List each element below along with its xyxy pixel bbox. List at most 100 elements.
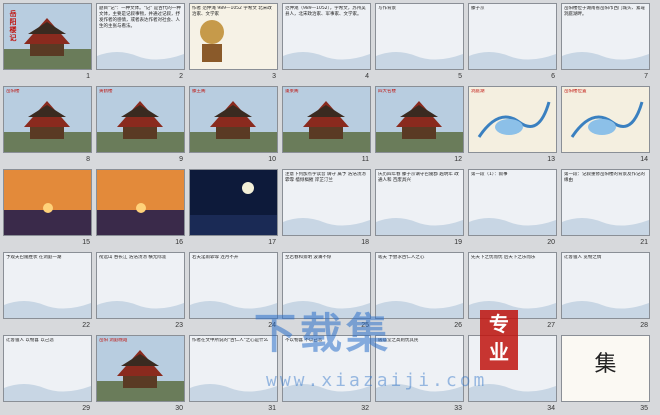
slide-preview: 蓬莱阁 (282, 86, 371, 153)
slide-sorter-grid: 岳阳楼记 1 题目"记"：一种文体。"记" 是古代的一种文体，主要是记叙事物，并通过… (3, 3, 650, 412)
slide-preview: 岳阳楼位置 (561, 86, 650, 153)
slide-number: 25 (361, 322, 369, 329)
slide-thumbnail[interactable]: 岳阳楼 8 (3, 86, 92, 163)
slide-artwork (469, 253, 556, 318)
slide-number: 29 (82, 405, 90, 412)
slide-artwork (562, 253, 649, 318)
slide-preview: 注意下列加点字读音 谪守 属予 浩浩汤汤 霏霏 樯倾楫摧 岸芷汀兰 (282, 169, 371, 236)
slide-preview: 嗟夫 予尝求古仁人之心 (375, 252, 464, 319)
slide-number: 3 (272, 73, 276, 80)
slide-number: 16 (175, 239, 183, 246)
slide-number: 9 (179, 156, 183, 163)
slide-artwork (190, 87, 277, 152)
slide-preview: 予观夫巴陵胜状 在洞庭一湖 (3, 252, 92, 319)
slide-text: 岳阳楼位于湖南省岳阳市西门城头、紧靠洞庭湖畔。 (564, 6, 645, 17)
slide-number: 23 (175, 322, 183, 329)
slide-number: 24 (268, 322, 276, 329)
slide-thumbnail[interactable]: 岳阳 洞庭晚霞 30 (96, 335, 185, 412)
slide-artwork (190, 170, 277, 235)
slide-number: 13 (547, 156, 555, 163)
slide-thumbnail[interactable]: 居庙堂之高则忧其民 33 (375, 335, 464, 412)
slide-thumbnail[interactable]: 岳阳楼位于湖南省岳阳市西门城头、紧靠洞庭湖畔。 7 (561, 3, 650, 80)
slide-thumbnail[interactable]: 范仲淹（989—1052），字希文，苏州吴县人，北宋政治家、军事家、文学家。 4 (282, 3, 371, 80)
slide-artwork (97, 336, 184, 401)
slide-thumbnail[interactable]: 滕子京 6 (468, 3, 557, 80)
slide-preview: 写作背景 (375, 3, 464, 70)
slide-thumbnail[interactable]: 嗟夫 予尝求古仁人之心 26 (375, 252, 464, 329)
slide-thumbnail[interactable]: 题目"记"：一种文体。"记" 是古代的一种文体，主要是记叙事物，并通过记叙，抒发… (96, 3, 185, 80)
slide-thumbnail[interactable]: 予观夫巴陵胜状 在洞庭一湖 22 (3, 252, 92, 329)
slide-artwork (376, 4, 463, 69)
slide-artwork (97, 87, 184, 152)
slide-preview (189, 169, 278, 236)
slide-text: 四大名楼 (378, 89, 396, 94)
slide-number: 33 (454, 405, 462, 412)
slide-text: 洞庭湖 (471, 89, 485, 94)
slide-thumbnail[interactable]: 衔远山 吞长江 浩浩汤汤 横无际涯 23 (96, 252, 185, 329)
slide-thumbnail[interactable]: 集 35 (561, 335, 650, 412)
slide-text: 予观夫巴陵胜状 在洞庭一湖 (6, 255, 62, 260)
slide-number: 19 (454, 239, 462, 246)
slide-text: 作者 范仲淹 989—1052 字希文 北宋政治家、文学家 (192, 6, 272, 17)
slide-preview: 岳阳楼位于湖南省岳阳市西门城头、紧靠洞庭湖畔。 (561, 3, 650, 70)
slide-preview: 四大名楼 (375, 86, 464, 153)
slide-artwork (97, 170, 184, 235)
slide-thumbnail[interactable]: 岳阳楼位置 14 (561, 86, 650, 163)
slide-number: 35 (640, 405, 648, 412)
slide-number: 12 (454, 156, 462, 163)
slide-thumbnail[interactable]: 写作背景 5 (375, 3, 464, 80)
slide-thumbnail[interactable]: 第一段（1）：叙事 20 (468, 169, 557, 246)
slide-artwork (376, 253, 463, 318)
slide-thumbnail[interactable]: 先天下之忧而忧 后天下之乐而乐 27 (468, 252, 557, 329)
slide-thumbnail[interactable]: 若夫淫雨霏霏 连月不开 24 (189, 252, 278, 329)
slide-thumbnail[interactable]: 16 (96, 169, 185, 246)
slide-text: 集 (594, 352, 617, 377)
slide-thumbnail[interactable]: 15 (3, 169, 92, 246)
slide-preview: 第一段（1）：叙事 (468, 169, 557, 236)
slide-thumbnail[interactable]: 至若春和景明 波澜不惊 25 (282, 252, 371, 329)
slide-thumbnail[interactable]: 四大名楼 12 (375, 86, 464, 163)
slide-preview: 至若春和景明 波澜不惊 (282, 252, 371, 319)
slide-number: 8 (86, 156, 90, 163)
slide-thumbnail[interactable]: 不以物喜 不以己悲 32 (282, 335, 371, 412)
slide-preview: 迁客骚人 以物喜 以己悲 (3, 335, 92, 402)
slide-artwork (97, 253, 184, 318)
slide-artwork (283, 87, 370, 152)
slide-thumbnail[interactable]: 迁客骚人 览物之情 28 (561, 252, 650, 329)
slide-preview: 洞庭湖 (468, 86, 557, 153)
slide-preview: 迁客骚人 览物之情 (561, 252, 650, 319)
slide-number: 26 (454, 322, 462, 329)
slide-thumbnail[interactable]: 第一段：记叙重修岳阳楼的背景及作记的缘由 21 (561, 169, 650, 246)
slide-title: 岳阳楼记 (9, 10, 17, 42)
slide-thumbnail[interactable]: 洞庭湖 13 (468, 86, 557, 163)
slide-preview: 第一段：记叙重修岳阳楼的背景及作记的缘由 (561, 169, 650, 236)
slide-thumbnail[interactable]: 作者在文中所说的"古仁人"之心是什么 31 (189, 335, 278, 412)
slide-thumbnail[interactable]: 滕王阁 10 (189, 86, 278, 163)
slide-text: 若夫淫雨霏霏 连月不开 (192, 255, 239, 260)
slide-thumbnail[interactable]: 注意下列加点字读音 谪守 属予 浩浩汤汤 霏霏 樯倾楫摧 岸芷汀兰 18 (282, 169, 371, 246)
slide-thumbnail[interactable]: 蓬莱阁 11 (282, 86, 371, 163)
slide-artwork (283, 253, 370, 318)
slide-thumbnail[interactable]: 庆历四年春 滕子京谪守巴陵郡 越明年 政通人和 百废具兴 19 (375, 169, 464, 246)
slide-number: 22 (82, 322, 90, 329)
slide-artwork (376, 87, 463, 152)
slide-text: 岳阳楼位置 (564, 89, 587, 94)
slide-text: 范仲淹（989—1052），字希文，苏州吴县人，北宋政治家、军事家、文学家。 (285, 6, 366, 17)
slide-preview: 居庙堂之高则忧其民 (375, 335, 464, 402)
slide-text: 衔远山 吞长江 浩浩汤汤 横无际涯 (99, 255, 167, 260)
slide-text: 蓬莱阁 (285, 89, 299, 94)
slide-text: 第一段：记叙重修岳阳楼的背景及作记的缘由 (564, 172, 645, 183)
slide-text: 题目"记"：一种文体。"记" 是古代的一种文体，主要是记叙事物，并通过记叙，抒发… (99, 6, 181, 29)
slide-artwork (4, 87, 91, 152)
slide-thumbnail[interactable]: 迁客骚人 以物喜 以己悲 29 (3, 335, 92, 412)
slide-preview: 作者在文中所说的"古仁人"之心是什么 (189, 335, 278, 402)
slide-preview: 题目"记"：一种文体。"记" 是古代的一种文体，主要是记叙事物，并通过记叙，抒发… (96, 3, 185, 70)
slide-number: 11 (361, 156, 369, 163)
slide-thumbnail[interactable]: 作者 范仲淹 989—1052 字希文 北宋政治家、文学家 3 (189, 3, 278, 80)
slide-thumbnail[interactable]: 17 (189, 169, 278, 246)
slide-thumbnail[interactable]: 黄鹤楼 9 (96, 86, 185, 163)
slide-artwork (469, 170, 556, 235)
slide-number: 7 (644, 73, 648, 80)
slide-thumbnail[interactable]: 34 (468, 335, 557, 412)
slide-thumbnail[interactable]: 岳阳楼记 1 (3, 3, 92, 80)
